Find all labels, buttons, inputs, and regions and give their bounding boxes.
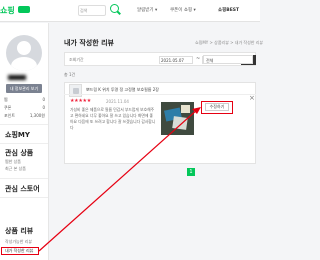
review-count-row: 총 1건 bbox=[64, 70, 256, 80]
shopping-best-link[interactable]: 쇼핑BEST bbox=[218, 7, 239, 13]
search-icon[interactable] bbox=[110, 4, 119, 13]
pagination-current[interactable]: 1 bbox=[187, 168, 195, 176]
sidebar-subitem-recent[interactable]: 최근 본 상품 bbox=[5, 166, 26, 172]
date-range-separator: ~ bbox=[196, 56, 201, 62]
top-bar: 쇼핑 검색 알림받기 ▾ 쿠폰이 쇼핑 ▾ 쇼핑BEST bbox=[0, 0, 260, 22]
stat-value: 0 bbox=[42, 97, 45, 102]
menu-notifications[interactable]: 알림받기 ▾ bbox=[137, 7, 157, 13]
stat-value: 0 bbox=[42, 105, 45, 110]
stat-coupon[interactable]: 쿠폰 0 bbox=[4, 105, 45, 111]
sidebar-subitem-wished[interactable]: 찜한 상품 bbox=[5, 159, 21, 165]
close-icon[interactable]: × bbox=[249, 95, 255, 102]
review-text: 가성비 좋은 제품으로 필름 민감서 부드럽게 보호해주고 편하네요 너무 좋아… bbox=[70, 107, 156, 130]
sidebar-item-wish-products[interactable]: 관심 상품 bbox=[5, 148, 33, 158]
sidebar-item-reviews[interactable]: 상품 리뷰 bbox=[5, 226, 33, 236]
stat-label: 포인트 bbox=[4, 113, 16, 118]
page-title: 내가 작성한 리뷰 bbox=[64, 39, 114, 47]
stat-points[interactable]: 포인트 1,300원 bbox=[4, 113, 45, 119]
date-from-field[interactable]: 2021.05.07 bbox=[159, 56, 193, 64]
highlight-box-sidebar bbox=[1, 247, 39, 255]
sidebar-item-wish-stores[interactable]: 관심 스토어 bbox=[5, 184, 40, 194]
highlight-box-edit bbox=[201, 101, 233, 114]
sidebar-item-shopping-my[interactable]: 쇼핑MY bbox=[5, 130, 30, 140]
stat-label: 쿠폰 bbox=[4, 105, 12, 110]
card-divider bbox=[64, 94, 256, 95]
review-photo[interactable] bbox=[161, 102, 194, 135]
avatar[interactable] bbox=[6, 35, 42, 71]
rating-stars: ★★★★★ bbox=[70, 98, 91, 104]
photo-item bbox=[172, 116, 188, 130]
logo-badge-icon bbox=[18, 6, 30, 13]
filter-select[interactable]: 전체 bbox=[203, 55, 253, 64]
sidebar-divider bbox=[0, 143, 48, 144]
photo-item bbox=[181, 105, 190, 113]
stat-value: 1,300원 bbox=[29, 113, 45, 118]
breadcrumb: 쇼핑MY > 상품리뷰 > 내가 작성한 리뷰 bbox=[195, 40, 264, 45]
menu-coupon[interactable]: 쿠폰이 쇼핑 ▾ bbox=[170, 7, 196, 13]
review-date: 2021.11.04 bbox=[106, 99, 129, 104]
shopping-logo[interactable]: 쇼핑 bbox=[0, 5, 15, 16]
search-input[interactable]: 검색 bbox=[78, 5, 106, 16]
product-name[interactable]: 뽀드링 K 위치 투명 정 고정렬 보호필름 2장 bbox=[86, 87, 159, 93]
filter-label: 조회기간 bbox=[69, 57, 84, 62]
sidebar-divider bbox=[0, 197, 48, 198]
stat-label: 찜 bbox=[4, 97, 8, 102]
username-redacted bbox=[8, 75, 26, 80]
sidebar-divider bbox=[0, 178, 48, 179]
review-count: 총 1건 bbox=[64, 72, 76, 77]
product-thumbnail[interactable] bbox=[69, 84, 82, 97]
manage-profile-button[interactable]: 내 정보관리 보기 bbox=[6, 84, 42, 93]
stat-wish[interactable]: 찜 0 bbox=[4, 97, 45, 103]
sidebar-subitem-writable-reviews[interactable]: 작성가능한 리뷰 bbox=[5, 239, 32, 245]
sidebar-divider bbox=[0, 124, 48, 125]
